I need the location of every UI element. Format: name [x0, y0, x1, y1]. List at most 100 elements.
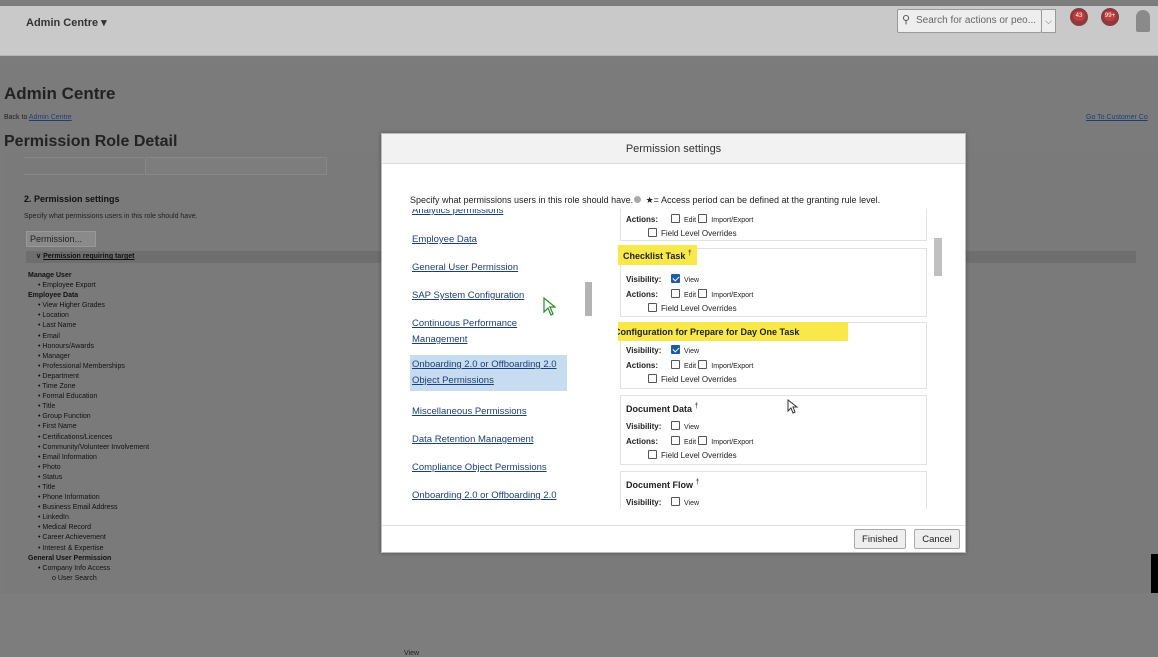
tree-list-item: Honours/Awards — [28, 342, 149, 352]
page-title: Admin Centre — [4, 84, 116, 103]
tree-list-item: User Search — [28, 574, 149, 584]
card-title-row: Document Data † — [626, 403, 698, 414]
card-title-highlighted: Configuration for Prepare for Day One Ta… — [618, 322, 848, 341]
side-handle[interactable] — [1151, 554, 1158, 593]
dialog-description-text: Specify what permissions users in this r… — [410, 195, 634, 205]
field-level-row: Field Level Overrides — [648, 374, 737, 384]
category-link[interactable]: Miscellaneous Permissions — [412, 404, 567, 420]
edit-checkbox[interactable] — [671, 214, 680, 223]
search-placeholder: Search for actions or peo... — [916, 15, 1037, 26]
category-link[interactable]: General User Permission — [412, 260, 567, 276]
card-title: Document Data — [626, 404, 693, 414]
visibility-label: Visibility: — [626, 422, 662, 431]
category-link[interactable]: Continuous Performance Management — [412, 316, 567, 348]
tree-list-item: Certifications/Licences — [28, 433, 149, 443]
dialog-description: Specify what permissions users in this r… — [410, 195, 880, 206]
tree-list-item: Time Zone — [28, 382, 149, 392]
search-dropdown-button[interactable]: ⌵ — [1042, 9, 1056, 33]
view-checkbox[interactable] — [671, 345, 680, 354]
cancel-button[interactable]: Cancel — [914, 529, 960, 549]
category-link[interactable]: Onboarding 2.0 or Offboarding 2.0 — [412, 488, 567, 504]
tree-list-item: Photo — [28, 463, 149, 473]
dagger-mark: † — [695, 479, 700, 486]
import-export-label: Import/Export — [711, 363, 754, 370]
actions-label: Actions: — [626, 437, 658, 446]
field-level-row: Field Level Overrides — [648, 303, 737, 313]
mouse-pointer-icon — [543, 297, 557, 316]
category-link-selected[interactable]: Onboarding 2.0 or Offboarding 2.0 Object… — [410, 355, 567, 391]
tree-list-item: Title — [28, 483, 149, 493]
permissions-scrollbar[interactable] — [934, 238, 942, 276]
view-checkbox[interactable] — [671, 497, 680, 506]
card-title-highlighted: Checklist Task † — [618, 245, 697, 265]
tree-list-item: First Name — [28, 422, 149, 432]
tree-list-item: LinkedIn — [28, 513, 149, 523]
field-level-checkbox[interactable] — [648, 450, 657, 459]
view-checkbox[interactable] — [671, 421, 680, 430]
actions-row: Actions: Edit Import/Export — [626, 289, 753, 299]
permission-button[interactable]: Permission... — [26, 231, 96, 247]
dialog-footer: Finished Cancel — [382, 525, 965, 553]
card-title: Document Flow — [626, 480, 693, 490]
field-level-label: Field Level Overrides — [661, 375, 737, 384]
import-export-label: Import/Export — [711, 217, 754, 224]
tree-list-item: Status — [28, 473, 149, 483]
help-icon[interactable] — [634, 196, 642, 203]
back-prefix: Back to — [4, 114, 29, 121]
dagger-mark: † — [687, 250, 692, 257]
view-label: View — [684, 424, 700, 431]
category-link[interactable]: Analytics permissions — [412, 209, 567, 219]
field-level-checkbox[interactable] — [648, 374, 657, 383]
category-link[interactable]: Data Retention Management — [412, 432, 567, 448]
actions-label: Actions: — [626, 215, 658, 224]
visibility-label: Visibility: — [626, 275, 662, 284]
role-name-field[interactable] — [24, 157, 144, 175]
field-level-checkbox[interactable] — [648, 228, 657, 237]
edit-checkbox[interactable] — [671, 289, 680, 298]
category-scrollbar[interactable] — [585, 282, 592, 316]
top-bar: Admin Centre ▾ ⚲ Search for actions or p… — [0, 6, 1158, 56]
import-export-checkbox[interactable] — [698, 436, 708, 445]
tree-list-item: Last Name — [28, 321, 149, 331]
import-export-checkbox[interactable] — [698, 214, 708, 223]
notification-bell-icon[interactable]: 43 — [1070, 8, 1088, 26]
actions-label: Actions: — [626, 361, 658, 370]
import-export-checkbox[interactable] — [698, 289, 708, 298]
field-level-row: Field Level Overrides — [648, 228, 737, 238]
import-export-checkbox[interactable] — [698, 360, 708, 369]
category-link[interactable]: Employee Data — [412, 232, 567, 248]
tree-group-heading: Employee Data — [28, 292, 79, 300]
field-level-checkbox[interactable] — [648, 303, 657, 312]
todo-icon[interactable]: 99+ — [1101, 8, 1119, 26]
edit-checkbox[interactable] — [671, 436, 680, 445]
visibility-row: Visibility: View — [626, 497, 699, 507]
visibility-row: Visibility: View — [626, 345, 699, 355]
tree-list-item: Group Function — [28, 412, 149, 422]
tree-list-item: Department — [28, 372, 149, 382]
field-level-row: Field Level Overrides — [648, 450, 737, 460]
field-level-label: Field Level Overrides — [661, 451, 737, 460]
avatar[interactable] — [1136, 10, 1150, 32]
notification-count: 43 — [1073, 11, 1085, 21]
tree-list-item: Location — [28, 311, 149, 321]
actions-label: Actions: — [626, 290, 658, 299]
back-link[interactable]: Admin Centre — [29, 114, 72, 121]
edit-label: Edit — [684, 217, 697, 224]
role-description-field[interactable] — [145, 157, 327, 175]
permission-cards: Actions: Edit Import/Export Field Level O… — [618, 209, 928, 509]
tree-list-item: Company Info Access — [28, 564, 149, 574]
app-switcher[interactable]: Admin Centre ▾ — [26, 16, 107, 29]
import-export-label: Import/Export — [711, 292, 754, 299]
edit-checkbox[interactable] — [671, 360, 680, 369]
finished-button[interactable]: Finished — [854, 529, 906, 549]
tree-list-item: Email — [28, 332, 149, 342]
mouse-pointer-icon — [787, 399, 799, 414]
category-link[interactable]: Compliance Object Permissions — [412, 460, 567, 476]
permission-settings-dialog: Permission settings Specify what permiss… — [381, 133, 966, 553]
field-level-label: Field Level Overrides — [661, 229, 737, 238]
tree-list-item: Manager — [28, 352, 149, 362]
go-to-customer-link[interactable]: Go To Customer Co — [1086, 114, 1148, 121]
visibility-row: Visibility: View — [626, 421, 699, 431]
view-checkbox[interactable] — [671, 274, 680, 283]
search-input[interactable]: ⚲ Search for actions or peo... — [897, 9, 1042, 33]
